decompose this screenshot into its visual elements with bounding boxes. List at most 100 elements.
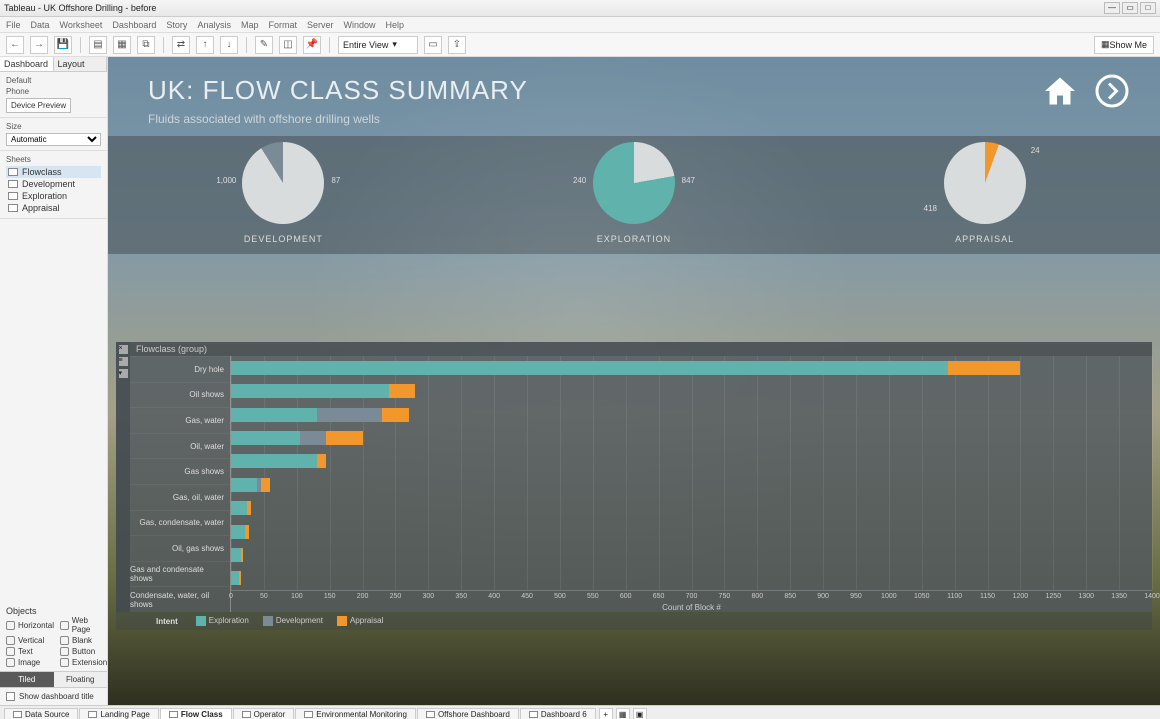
object-text[interactable]: Text: [6, 647, 54, 656]
new-story-tab-button[interactable]: ▣: [633, 708, 647, 719]
bar-segment[interactable]: [231, 478, 257, 492]
menu-dashboard[interactable]: Dashboard: [112, 20, 156, 30]
window-minimize-button[interactable]: —: [1104, 2, 1120, 14]
bar-segment[interactable]: [231, 525, 245, 539]
tab-dashboard-6[interactable]: Dashboard 6: [520, 708, 596, 719]
sheet-item-exploration[interactable]: Exploration: [6, 190, 101, 202]
legend-item-appraisal[interactable]: Appraisal: [337, 616, 383, 626]
object-vertical[interactable]: Vertical: [6, 636, 54, 645]
group-button[interactable]: ◫: [279, 36, 297, 54]
bar-row[interactable]: [231, 408, 1152, 422]
tab-offshore-dashboard[interactable]: Offshore Dashboard: [417, 708, 519, 719]
object-button[interactable]: Button: [60, 647, 107, 656]
legend-item-development[interactable]: Development: [263, 616, 323, 626]
menu-help[interactable]: Help: [386, 20, 405, 30]
next-button[interactable]: [1092, 71, 1132, 111]
tab-layout[interactable]: Layout: [54, 57, 108, 71]
zone-handle[interactable]: ≡: [119, 357, 128, 366]
window-close-button[interactable]: □: [1140, 2, 1156, 14]
bar-segment[interactable]: [231, 571, 239, 585]
bar-segment[interactable]: [231, 454, 317, 468]
menu-format[interactable]: Format: [268, 20, 297, 30]
bar-segment[interactable]: [231, 501, 247, 515]
bar-segment[interactable]: [231, 548, 241, 562]
object-horizontal[interactable]: Horizontal: [6, 616, 54, 634]
tab-data-source[interactable]: Data Source: [4, 708, 78, 719]
bar-segment[interactable]: [245, 525, 248, 539]
window-maximize-button[interactable]: ▭: [1122, 2, 1138, 14]
bar-segment[interactable]: [326, 431, 362, 445]
menu-story[interactable]: Story: [166, 20, 187, 30]
menu-server[interactable]: Server: [307, 20, 334, 30]
bar-segment[interactable]: [389, 384, 415, 398]
object-extension[interactable]: Extension: [60, 658, 107, 667]
bar-segment[interactable]: [317, 454, 327, 468]
bar-row[interactable]: [231, 361, 1152, 375]
presentation-button[interactable]: ▭: [424, 36, 442, 54]
bar-chart-container[interactable]: × ≡ ▾ Flowclass (group) Dry holeOil show…: [116, 342, 1152, 612]
floating-button[interactable]: Floating: [54, 672, 108, 687]
bar-row[interactable]: [231, 384, 1152, 398]
bar-row[interactable]: [231, 501, 1152, 515]
bar-segment[interactable]: [261, 478, 271, 492]
size-select[interactable]: Automatic: [6, 133, 101, 146]
object-image[interactable]: Image: [6, 658, 54, 667]
legend-item-exploration[interactable]: Exploration: [196, 616, 249, 626]
bar-segment[interactable]: [239, 571, 241, 585]
pie-exploration[interactable]: 240 847 EXPLORATION: [593, 142, 675, 244]
bar-row[interactable]: [231, 548, 1152, 562]
pie-development[interactable]: 1,000 87 DEVELOPMENT: [242, 142, 324, 244]
bar-segment[interactable]: [241, 548, 243, 562]
bar-segment[interactable]: [317, 408, 383, 422]
bar-segment[interactable]: [247, 501, 250, 515]
menu-file[interactable]: File: [6, 20, 21, 30]
new-dashboard-tab-button[interactable]: ▦: [616, 708, 630, 719]
bar-segment[interactable]: [382, 408, 408, 422]
new-datasource-button[interactable]: ▤: [89, 36, 107, 54]
zone-menu-button[interactable]: ▾: [119, 369, 128, 378]
tab-dashboard[interactable]: Dashboard: [0, 57, 54, 71]
pie-appraisal[interactable]: 418 24 APPRAISAL: [944, 142, 1026, 244]
tab-landing-page[interactable]: Landing Page: [79, 708, 158, 719]
object-webpage[interactable]: Web Page: [60, 616, 107, 634]
show-title-checkbox[interactable]: [6, 692, 15, 701]
new-worksheet-button[interactable]: ▦: [113, 36, 131, 54]
new-worksheet-tab-button[interactable]: +: [599, 708, 613, 719]
bar-row[interactable]: [231, 478, 1152, 492]
highlight-button[interactable]: ✎: [255, 36, 273, 54]
menu-analysis[interactable]: Analysis: [197, 20, 231, 30]
bar-row[interactable]: [231, 571, 1152, 585]
bar-segment[interactable]: [231, 384, 389, 398]
tab-operator[interactable]: Operator: [233, 708, 295, 719]
tab-flow-class[interactable]: Flow Class: [160, 708, 232, 719]
sort-desc-button[interactable]: ↓: [220, 36, 238, 54]
menu-data[interactable]: Data: [31, 20, 50, 30]
bar-segment[interactable]: [231, 361, 948, 375]
bar-row[interactable]: [231, 525, 1152, 539]
tiled-button[interactable]: Tiled: [0, 672, 54, 687]
menu-map[interactable]: Map: [241, 20, 259, 30]
device-preview-button[interactable]: Device Preview: [6, 98, 71, 113]
home-button[interactable]: [1040, 71, 1080, 111]
duplicate-button[interactable]: ⧉: [137, 36, 155, 54]
sort-asc-button[interactable]: ↑: [196, 36, 214, 54]
sheet-item-development[interactable]: Development: [6, 178, 101, 190]
bar-segment[interactable]: [231, 431, 300, 445]
fit-selector[interactable]: Entire View ▾: [338, 36, 418, 54]
pin-button[interactable]: 📌: [303, 36, 321, 54]
zone-close-button[interactable]: ×: [119, 345, 128, 354]
swap-button[interactable]: ⇄: [172, 36, 190, 54]
share-button[interactable]: ⇪: [448, 36, 466, 54]
sheet-item-flowclass[interactable]: Flowclass: [6, 166, 101, 178]
bar-row[interactable]: [231, 431, 1152, 445]
bar-segment[interactable]: [948, 361, 1020, 375]
show-me-button[interactable]: ▦ Show Me: [1094, 36, 1154, 54]
bar-segment[interactable]: [231, 408, 317, 422]
sheet-item-appraisal[interactable]: Appraisal: [6, 202, 101, 214]
forward-button[interactable]: →: [30, 36, 48, 54]
bar-row[interactable]: [231, 454, 1152, 468]
save-button[interactable]: 💾: [54, 36, 72, 54]
tab-env-monitoring[interactable]: Environmental Monitoring: [295, 708, 416, 719]
menu-window[interactable]: Window: [344, 20, 376, 30]
menu-worksheet[interactable]: Worksheet: [60, 20, 103, 30]
